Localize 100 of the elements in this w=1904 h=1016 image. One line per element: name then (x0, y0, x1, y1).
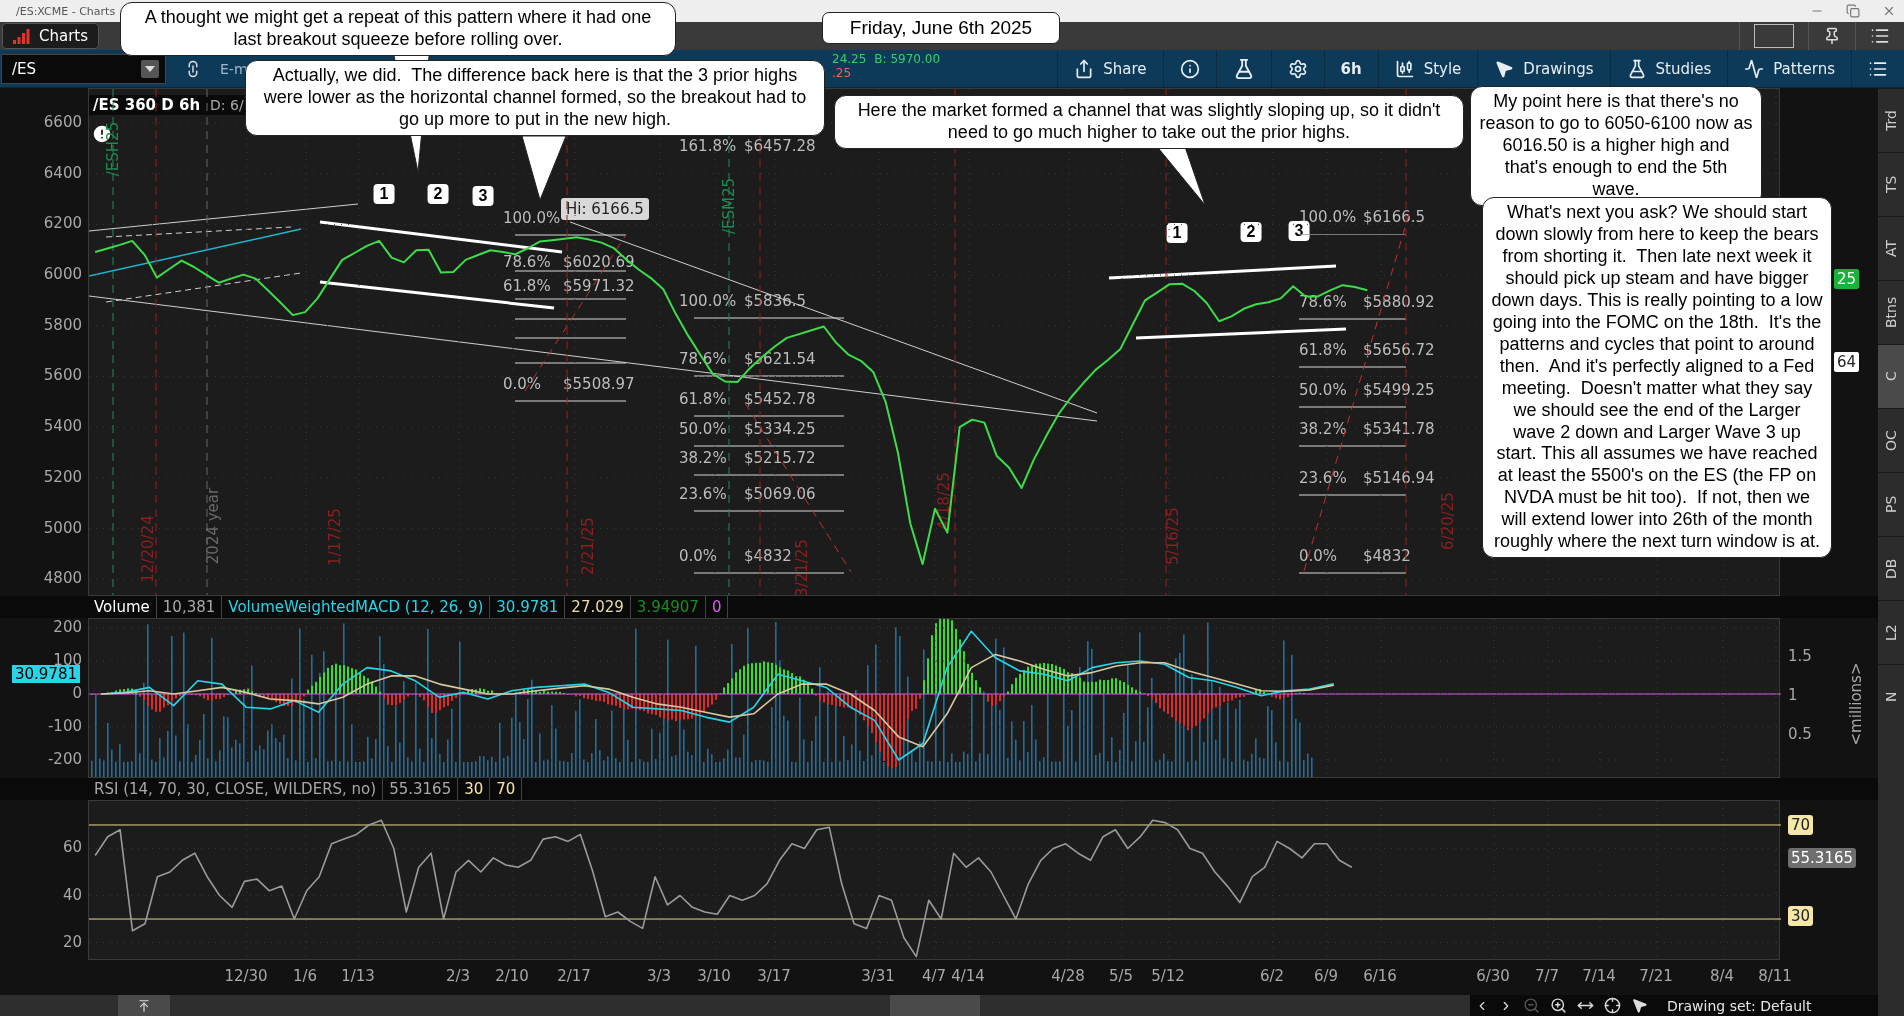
rsi-axis-label: 60 (62, 838, 82, 857)
date-marker-label: 2/21/25 (579, 517, 597, 575)
date-axis-label: 4/14 (951, 967, 985, 985)
bar-chart-icon (13, 28, 31, 44)
callout-pointer (521, 136, 567, 201)
macd-axis-label: -100 (47, 717, 82, 735)
rsi-value-tag: 30 (1788, 906, 1814, 926)
date-axis-label: 8/4 (1709, 967, 1735, 985)
price-axis-label: 5600 (43, 366, 82, 385)
price-axis-label: 6600 (43, 112, 82, 131)
date-axis-label: 6/16 (1363, 967, 1397, 985)
date-axis-label: 1/13 (341, 967, 375, 985)
fib-price-label: $5508.97 (563, 375, 635, 393)
pin-icon (1823, 27, 1841, 45)
date-axis-label: 2/10 (495, 967, 529, 985)
price-axis-label: 5200 (43, 467, 82, 486)
date-marker-label: /ESM25 (720, 177, 738, 235)
rsi-axis-label: 20 (62, 932, 82, 951)
price-axis-label: 6200 (43, 214, 82, 233)
fib-price-label: $4832 (744, 547, 792, 565)
fib-percent-label: 23.6% (679, 485, 727, 503)
fib-percent-label: 50.0% (1299, 381, 1347, 399)
fib-price-label: $5334.25 (744, 420, 816, 438)
chart-symbol-label: /ES 360 D 6h (92, 95, 202, 115)
close-icon[interactable] (1882, 4, 1896, 18)
fib-price-label: $5971.32 (563, 277, 635, 295)
price-axis-label: 6400 (43, 163, 82, 182)
date-axis-label: 2/17 (557, 967, 591, 985)
fib-percent-label: 61.8% (1299, 341, 1347, 359)
date-marker-label: 12/20/24 (139, 515, 157, 583)
quote-value: 24.25 (832, 52, 867, 66)
date-axis-label: 6/2 (1259, 967, 1285, 985)
interval-button[interactable]: 6h (1323, 50, 1378, 87)
volume-axis-label: 1 (1788, 686, 1798, 704)
date-axis-label: 4/28 (1051, 967, 1085, 985)
price-axis-label: 6000 (43, 265, 82, 284)
date-axis-label: 3/31 (861, 967, 895, 985)
price-axis-label: 5400 (43, 417, 82, 436)
date-note: Friday, June 6th 2025 (822, 12, 1060, 44)
fib-percent-label: 38.2% (679, 449, 727, 467)
date-axis-label: 5/5 (1108, 967, 1134, 985)
fib-price-label: $5499.25 (1363, 381, 1435, 399)
fib-percent-label: 0.0% (679, 547, 718, 565)
macd-axis-label: 200 (53, 618, 82, 636)
fib-price-label: $5341.78 (1363, 420, 1435, 438)
date-axis-label: 3/3 (646, 967, 672, 985)
scroll-start-button[interactable] (118, 995, 170, 1016)
share-button[interactable]: Share (1057, 50, 1163, 87)
high-price-tag: Hi: 6166.5 (561, 198, 649, 220)
date-marker-label: 5/16/25 (1164, 507, 1182, 565)
price-axis-label: 5800 (43, 315, 82, 334)
date-marker-label: 1/17/25 (326, 508, 344, 566)
caret-icon (145, 65, 155, 72)
volume-unit-label: <millions> (1847, 662, 1865, 746)
pointer-icon (1631, 997, 1648, 1014)
sidebar-tab[interactable]: C (1878, 344, 1904, 408)
date-axis-label: 7/14 (1582, 967, 1616, 985)
rsi-axis-label: 40 (62, 885, 82, 904)
fib-percent-label: 78.6% (503, 253, 551, 271)
price-tag: 64 (1834, 352, 1860, 372)
crosshair-icon (1604, 997, 1621, 1014)
drawing-set-label[interactable]: Drawing set: Default (1667, 997, 1812, 1014)
macd-value-tag: 30.9781 (12, 665, 81, 683)
menu-icon (1870, 26, 1890, 46)
price-axis-label: 4800 (43, 569, 82, 588)
share-icon (1074, 58, 1095, 79)
wave-count-label: 2 (1240, 222, 1262, 242)
symbol-description: E-m (220, 60, 248, 77)
style-button[interactable]: Style (1377, 50, 1478, 87)
charts-tab[interactable]: Charts (2, 23, 100, 49)
fib-price-label: $6457.28 (744, 137, 816, 155)
restore-icon[interactable] (1846, 4, 1860, 18)
fib-percent-label: 23.6% (1299, 469, 1347, 487)
fib-price-label: $5146.94 (1363, 469, 1435, 487)
macd-axis-label: -200 (47, 750, 82, 768)
rsi-value-tag: 70 (1788, 815, 1814, 835)
fib-percent-label: 61.8% (503, 277, 551, 295)
date-axis-label: 7/21 (1639, 967, 1673, 985)
fib-percent-label: 38.2% (1299, 420, 1347, 438)
wave-count-label: 1 (373, 184, 395, 204)
symbol-field[interactable]: /ES (1, 53, 166, 84)
fib-percent-label: 78.6% (1299, 293, 1347, 311)
date-axis-label: 3/17 (757, 967, 791, 985)
wave-count-label: 3 (1288, 221, 1310, 241)
date-axis-label: 12/30 (224, 967, 268, 985)
fib-price-label: $5452.78 (744, 390, 816, 408)
zoom-out-icon (1523, 997, 1540, 1014)
scrollbar-thumb[interactable] (890, 995, 980, 1016)
date-axis-label: 6/30 (1476, 967, 1510, 985)
fib-price-label: $5880.92 (1363, 293, 1435, 311)
annotation-note: What's next you ask? We should start down slowly from here to keep the bears from shorting it. Then late next week it should pick up steam and have bigger down days. This is really pointing to a low going into the FOMC on the 18th. It's the patterns and cycles that point to around then. And it's perfectly aligned to a Fed meeting. Doesn't matter what they say we should see the end of the Larger wave 2 down and Larger Wave 3 up start. This all assumes we have reached at least the 5500's on the ES (the FP on NVDA must be hit too). If not, then we will extend lower into 26th of the month roughly where the next turn window is at. (1482, 197, 1832, 559)
annotation-note: My point here is that there's no reason to go to 6050-6100 now as 6016.50 is a higher high and that's enough to end the 5th wave. (1470, 86, 1762, 206)
zoom-in-icon (1550, 997, 1567, 1014)
info-card-icon (1179, 58, 1200, 79)
macd-axis-label: 0 (72, 684, 82, 702)
date-axis-label: 6/9 (1313, 967, 1339, 985)
date-axis-label: 5/12 (1151, 967, 1185, 985)
date-axis-label: 2/3 (445, 967, 471, 985)
pattern-icon (1744, 58, 1765, 79)
date-axis-label: 1/6 (292, 967, 318, 985)
